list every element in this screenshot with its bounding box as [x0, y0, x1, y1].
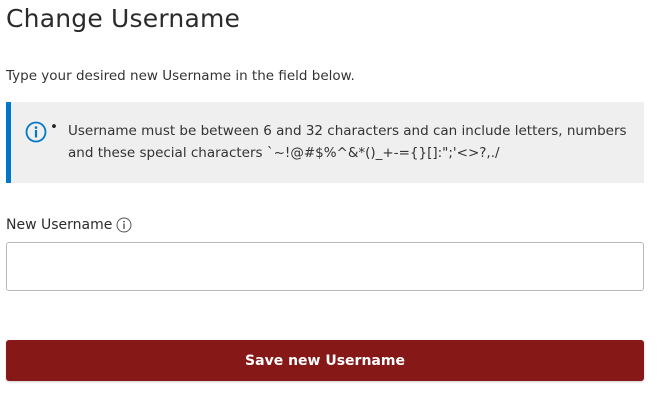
save-username-button[interactable]: Save new Username: [6, 340, 644, 381]
new-username-input[interactable]: [6, 242, 644, 291]
info-text: Username must be between 6 and 32 charac…: [68, 123, 627, 161]
new-username-label: New Username: [6, 217, 132, 233]
info-notice: • Username must be between 6 and 32 char…: [6, 102, 644, 183]
info-bullet: •: [50, 119, 58, 135]
intro-text: Type your desired new Username in the fi…: [6, 68, 355, 84]
page-title: Change Username: [6, 4, 241, 33]
change-username-page: Change Username Type your desired new Us…: [0, 0, 658, 394]
new-username-label-text: New Username: [6, 217, 113, 233]
info-circle-icon: [25, 121, 47, 143]
info-circle-icon[interactable]: [116, 217, 132, 233]
